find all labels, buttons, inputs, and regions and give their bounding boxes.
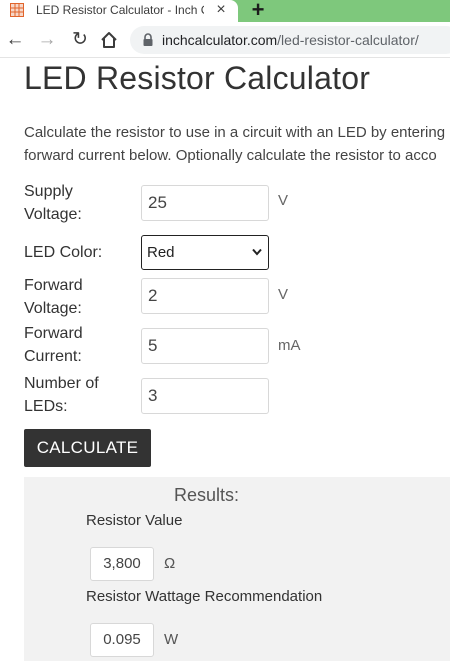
wattage-unit: W [164, 631, 179, 648]
resistor-value-label: Resistor Value [86, 512, 183, 529]
resistor-value-unit: Ω [164, 555, 176, 572]
url-domain: inchcalculator.com [162, 32, 278, 48]
num-leds-input[interactable]: 3 [141, 378, 269, 414]
results-panel: Results: Resistor Value 3,800 Ω Resistor… [24, 477, 450, 661]
lock-icon [143, 33, 153, 46]
intro-line: Calculate the resistor to use in a circu… [24, 124, 446, 141]
label-line: Voltage: [24, 300, 82, 317]
resistor-value-output[interactable]: 3,800 [90, 547, 154, 581]
forward-voltage-input[interactable]: 2 [141, 278, 269, 314]
forward-current-label: Forward Current: [24, 322, 83, 368]
new-tab-icon[interactable]: + [248, 0, 268, 21]
led-color-label: LED Color: [24, 244, 103, 261]
browser-tab[interactable]: LED Resistor Calculator - Inch Ca × [0, 0, 238, 22]
led-color-selected: Red [147, 244, 175, 261]
label-line: Supply [24, 183, 73, 200]
results-title: Results: [174, 485, 240, 505]
address-bar[interactable]: inchcalculator.com/led-resistor-calculat… [130, 26, 450, 54]
intro-line: forward current below. Optionally calcul… [24, 147, 437, 164]
calculator-favicon-icon [10, 3, 24, 17]
forward-current-input[interactable]: 5 [141, 328, 269, 364]
forward-current-unit: mA [278, 337, 301, 354]
url-text: inchcalculator.com/led-resistor-calculat… [162, 32, 419, 48]
label-line: LEDs: [24, 398, 68, 415]
led-color-select[interactable]: Red [141, 235, 269, 270]
supply-voltage-label: Supply Voltage: [24, 180, 82, 226]
tab-strip: LED Resistor Calculator - Inch Ca × + [0, 0, 450, 22]
supply-voltage-unit: V [278, 192, 289, 209]
chevron-down-icon [252, 248, 262, 256]
wattage-label: Resistor Wattage Recommendation [86, 588, 323, 605]
calculate-button[interactable]: CALCULATE [24, 429, 151, 467]
label-line: Forward [24, 325, 83, 342]
close-icon[interactable]: × [212, 1, 230, 19]
label-line: Forward [24, 277, 83, 294]
forward-voltage-label: Forward Voltage: [24, 274, 83, 320]
wattage-output[interactable]: 0.095 [90, 623, 154, 657]
intro-paragraph: Calculate the resistor to use in a circu… [24, 121, 450, 167]
label-line: Voltage: [24, 206, 82, 223]
label-line: Number of [24, 375, 99, 392]
browser-toolbar: ← → ↻ inchcalculator.com/led-resistor-ca… [0, 22, 450, 58]
forward-voltage-unit: V [278, 286, 289, 303]
home-icon[interactable] [98, 29, 120, 51]
label-line: Current: [24, 348, 82, 365]
num-leds-label: Number of LEDs: [24, 372, 99, 418]
reload-icon[interactable]: ↻ [69, 29, 91, 51]
supply-voltage-input[interactable]: 25 [141, 185, 269, 221]
url-path: /led-resistor-calculator/ [277, 32, 419, 48]
page-title: LED Resistor Calculator [24, 60, 371, 96]
back-arrow-icon[interactable]: ← [4, 29, 26, 51]
forward-arrow-icon[interactable]: → [36, 29, 58, 51]
tab-title: LED Resistor Calculator - Inch Ca [36, 3, 204, 17]
